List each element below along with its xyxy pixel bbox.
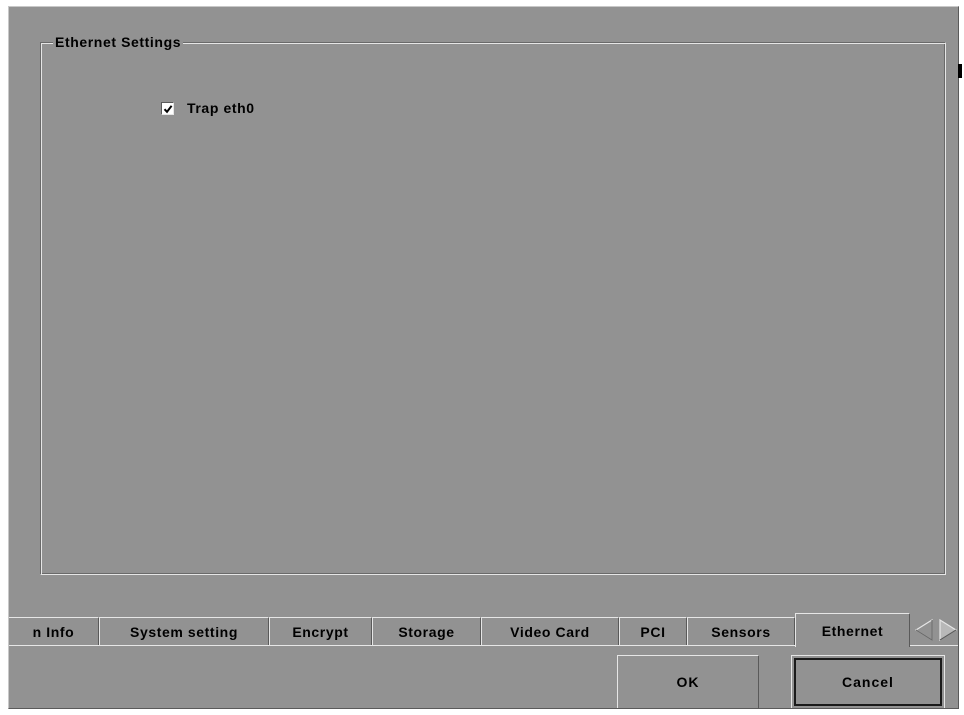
cancel-button[interactable]: Cancel <box>791 655 945 708</box>
trap-eth0-label[interactable]: Trap eth0 <box>187 100 255 116</box>
ok-label: OK <box>676 674 700 690</box>
tab-label: Storage <box>398 623 455 640</box>
tab-sensors[interactable]: Sensors <box>687 617 795 645</box>
tab-label: Ethernet <box>821 622 884 639</box>
arrow-right-icon <box>939 618 958 642</box>
trap-eth0-option[interactable]: Trap eth0 <box>161 99 255 117</box>
tab-system-info[interactable]: n Info <box>9 617 99 645</box>
tab-ethernet[interactable]: Ethernet <box>795 613 910 647</box>
tab-label: Sensors <box>711 623 771 640</box>
trap-eth0-checkbox[interactable] <box>161 101 174 115</box>
tab-label: System setting <box>130 623 238 640</box>
checkmark-icon <box>163 104 173 113</box>
tab-bar: n Info System setting Encrypt Storage Vi… <box>9 590 958 647</box>
tab-pci[interactable]: PCI <box>619 617 687 645</box>
tab-label: n Info <box>32 623 75 640</box>
cancel-focus-ring: Cancel <box>794 658 942 706</box>
group-title: Ethernet Settings <box>53 34 184 50</box>
tab-label: Video Card <box>510 623 590 640</box>
text-cursor-icon <box>958 64 962 78</box>
settings-dialog: Ethernet Settings Trap eth0 n Info Syste… <box>8 6 959 709</box>
tab-scroll-left-button[interactable] <box>912 617 936 643</box>
tab-video-card[interactable]: Video Card <box>481 617 619 645</box>
arrow-left-icon <box>914 618 933 642</box>
tab-scroll-right-button[interactable] <box>936 617 958 643</box>
tab-label: Encrypt <box>292 623 349 640</box>
tab-scroll-buttons <box>912 617 958 645</box>
ethernet-settings-group: Ethernet Settings <box>40 34 946 575</box>
tab-encrypt[interactable]: Encrypt <box>269 617 372 645</box>
tab-storage[interactable]: Storage <box>372 617 481 645</box>
cancel-label: Cancel <box>842 674 894 690</box>
ok-button[interactable]: OK <box>617 655 759 708</box>
tab-system-setting[interactable]: System setting <box>99 617 269 645</box>
tab-label: PCI <box>640 623 666 640</box>
